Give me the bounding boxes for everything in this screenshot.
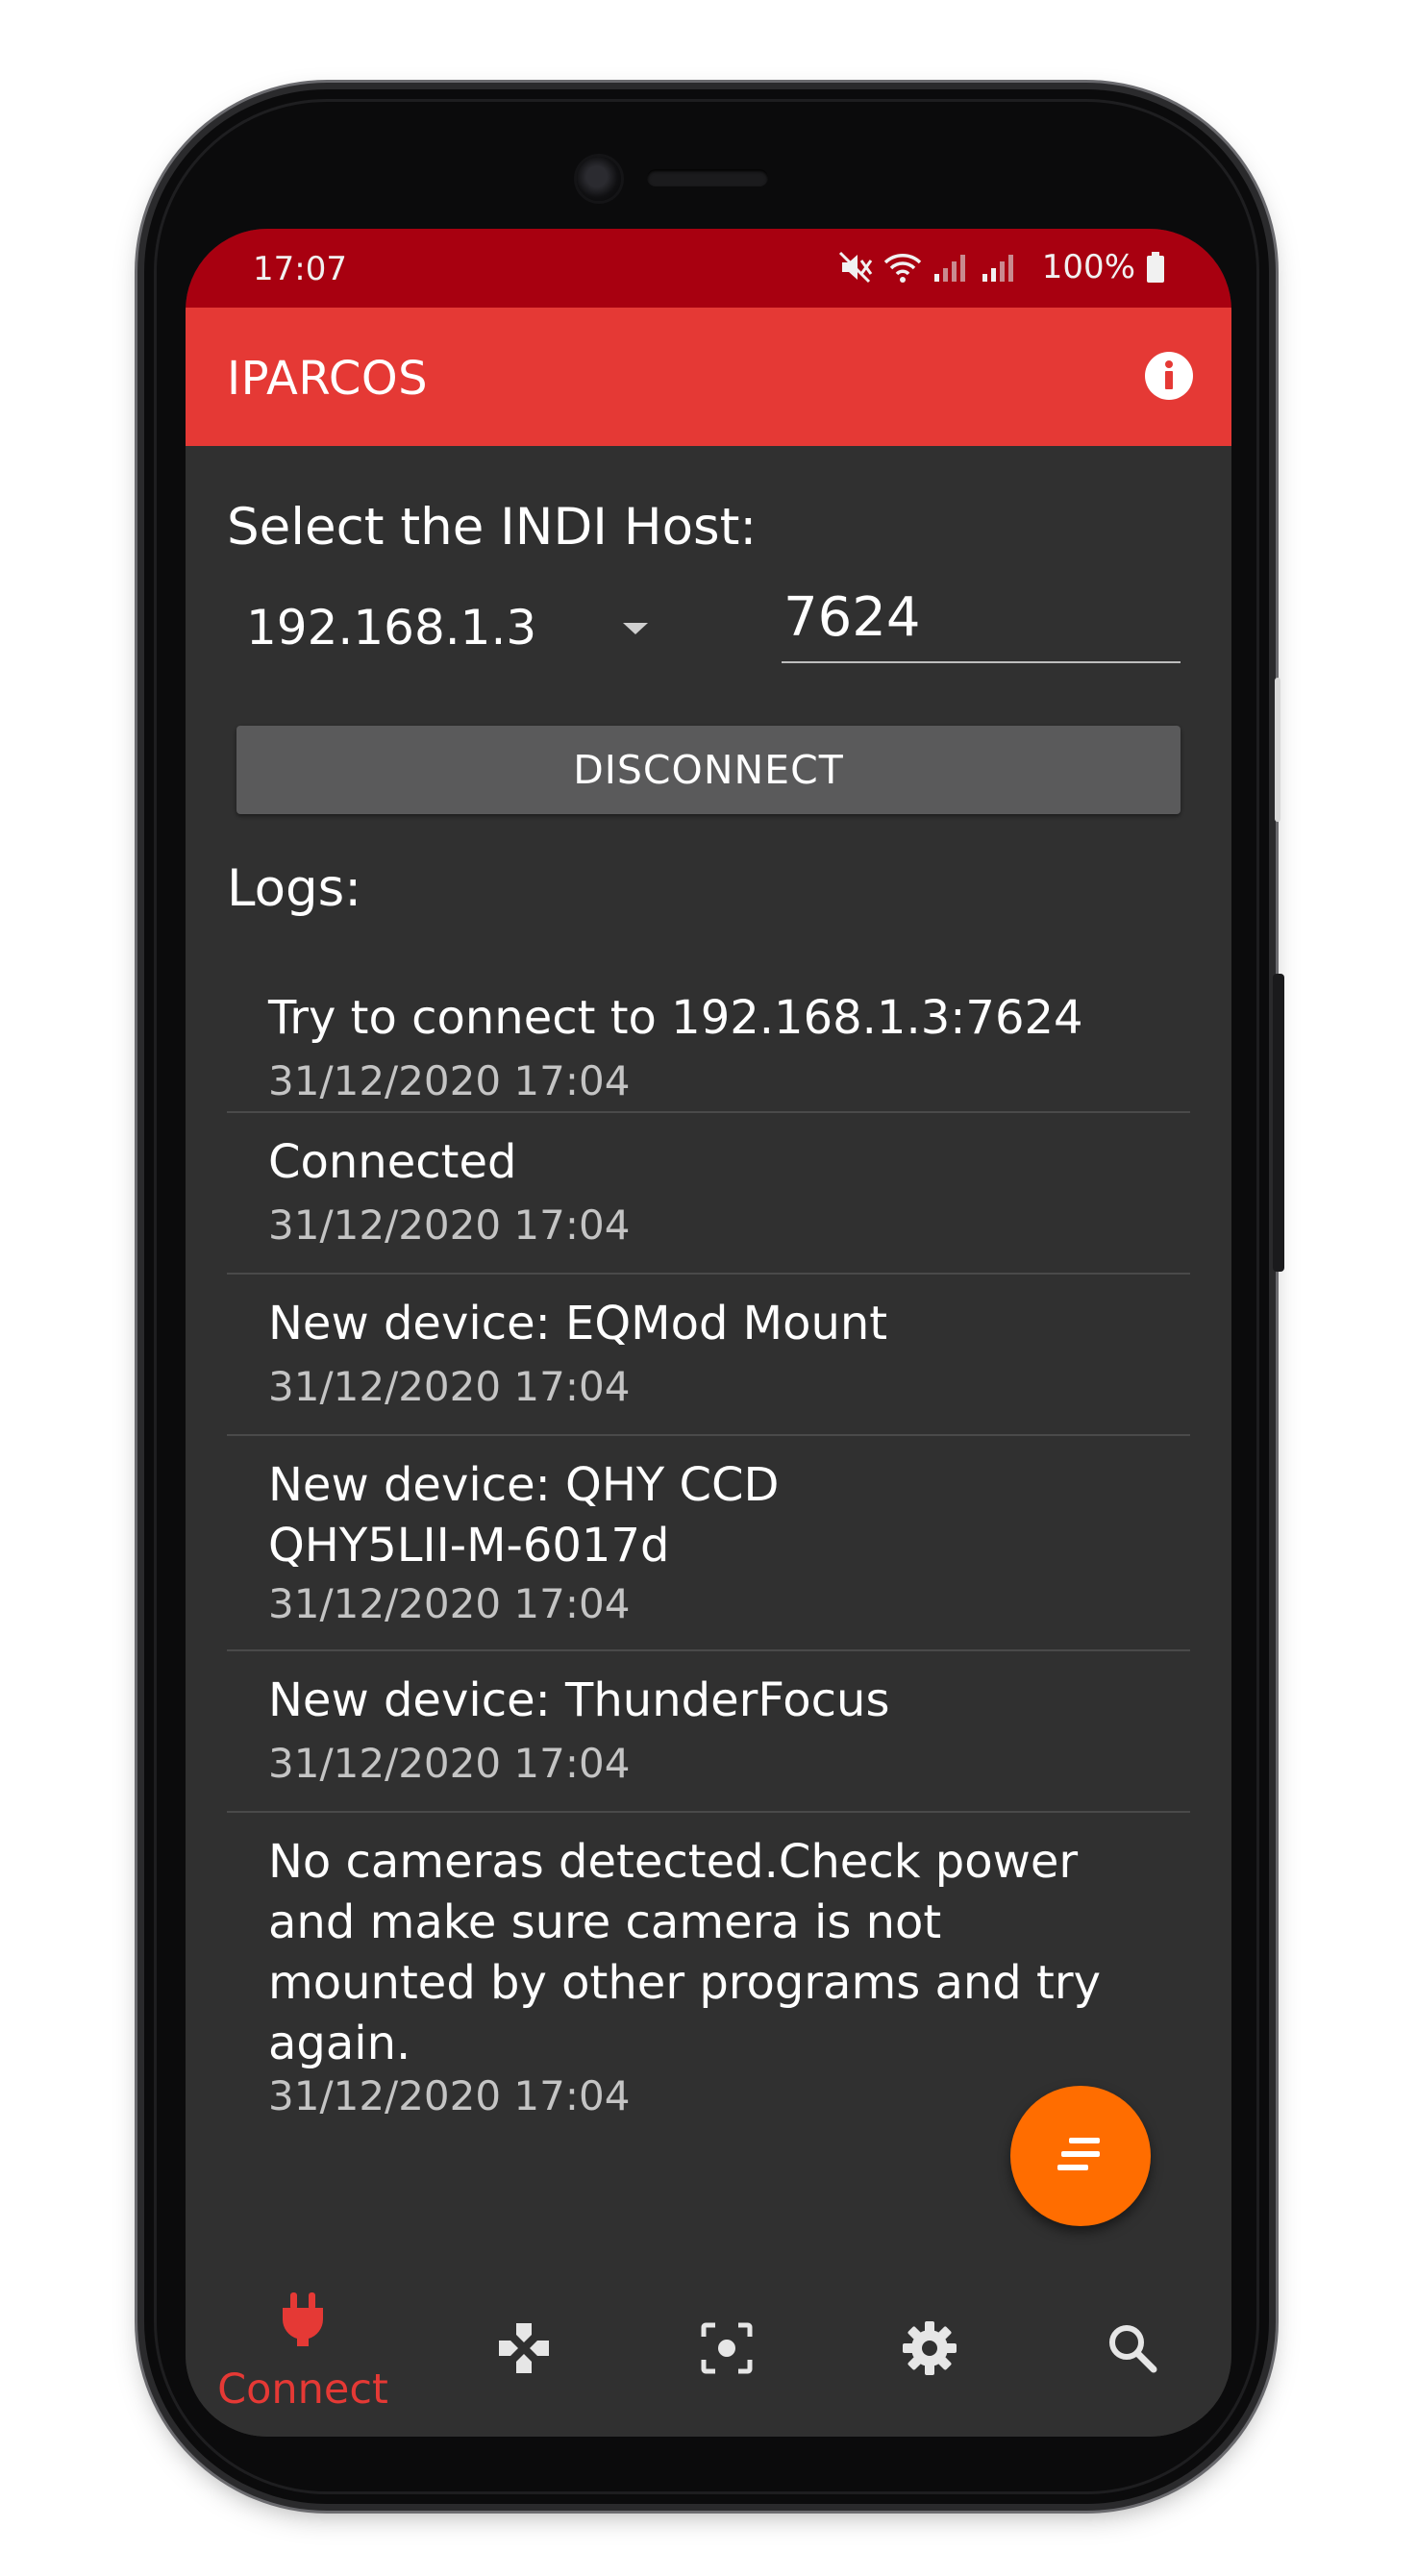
log-time: 31/12/2020 17:04 xyxy=(268,1740,631,1787)
clear-logs-fab[interactable] xyxy=(1010,2086,1151,2226)
disconnect-button[interactable]: DISCONNECT xyxy=(236,726,1181,814)
status-time: 17:07 xyxy=(253,250,347,288)
nav-connect[interactable]: Connect xyxy=(207,2264,399,2437)
plug-icon xyxy=(283,2292,323,2346)
mute-icon xyxy=(838,251,873,284)
host-value: 192.168.1.3 xyxy=(246,600,537,656)
nav-settings[interactable] xyxy=(833,2264,1026,2437)
port-value: 7624 xyxy=(783,586,921,649)
gamepad-icon xyxy=(499,2323,549,2373)
status-icons: 100% xyxy=(838,248,1166,286)
gear-icon xyxy=(903,2321,957,2375)
log-message: Try to connect to 192.168.1.3:7624 xyxy=(268,991,1083,1045)
nav-search[interactable] xyxy=(1036,2264,1229,2437)
search-icon xyxy=(1109,2325,1157,2373)
log-time: 31/12/2020 17:04 xyxy=(268,1580,631,1627)
front-camera xyxy=(577,157,621,201)
log-item: Connected 31/12/2020 17:04 xyxy=(227,1113,1190,1275)
host-label: Select the INDI Host: xyxy=(227,498,758,557)
wifi-icon xyxy=(883,254,922,283)
logs-label: Logs: xyxy=(227,859,362,918)
log-time: 31/12/2020 17:04 xyxy=(268,1057,631,1104)
nav-control[interactable] xyxy=(428,2264,620,2437)
dropdown-arrow-icon xyxy=(623,623,648,634)
volume-button xyxy=(1275,678,1280,822)
log-item: New device: ThunderFocus 31/12/2020 17:0… xyxy=(227,1651,1190,1813)
log-item: New device: QHY CCD QHY5LII-M-6017d 31/1… xyxy=(227,1436,1190,1651)
port-input[interactable]: 7624 xyxy=(782,584,1181,663)
app-bar: IPARCOS xyxy=(186,308,1231,446)
bottom-navigation: Connect xyxy=(186,2264,1231,2437)
log-message: Connected xyxy=(268,1135,517,1189)
log-item: New device: EQMod Mount 31/12/2020 17:04 xyxy=(227,1275,1190,1436)
app-title: IPARCOS xyxy=(227,352,429,406)
info-icon[interactable] xyxy=(1143,350,1195,402)
app-screen: 17:07 100% IPARCOS Select the INDI Host:… xyxy=(186,229,1231,2437)
log-item: No cameras detected.Check power and make… xyxy=(227,1813,1190,2140)
status-bar: 17:07 100% xyxy=(186,229,1231,308)
signal-icon xyxy=(933,255,965,282)
nav-connect-label: Connect xyxy=(217,2365,388,2414)
camera-focus-icon xyxy=(701,2322,753,2374)
log-message: New device: EQMod Mount xyxy=(268,1297,888,1350)
log-message: New device: QHY CCD QHY5LII-M-6017d xyxy=(268,1458,780,1573)
log-time: 31/12/2020 17:04 xyxy=(268,2072,631,2119)
log-message: New device: ThunderFocus xyxy=(268,1673,890,1727)
nav-camera[interactable] xyxy=(631,2264,823,2437)
host-spinner[interactable]: 192.168.1.3 xyxy=(246,600,650,667)
battery-icon xyxy=(1147,252,1164,283)
log-time: 31/12/2020 17:04 xyxy=(268,1201,631,1249)
log-message: No cameras detected.Check power and make… xyxy=(268,1835,1101,2070)
log-time: 31/12/2020 17:04 xyxy=(268,1363,631,1410)
signal-icon-2 xyxy=(982,255,1013,282)
battery-percent: 100% xyxy=(1041,248,1135,286)
sort-lines-icon xyxy=(1057,2138,1100,2170)
power-button xyxy=(1273,974,1284,1272)
earpiece-speaker xyxy=(647,169,768,186)
log-item: Try to connect to 192.168.1.3:7624 31/12… xyxy=(227,969,1190,1113)
